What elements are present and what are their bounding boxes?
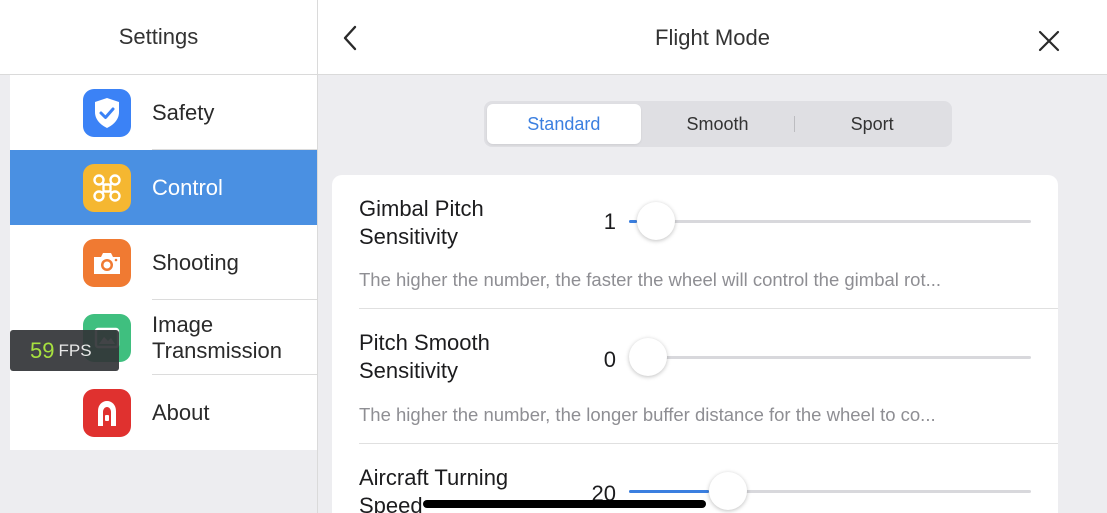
mode-smooth-button[interactable]: Smooth <box>641 104 795 144</box>
brand-logo-icon <box>83 389 131 437</box>
fps-value: 59 <box>30 337 55 363</box>
sidebar-item-control[interactable]: Control <box>10 150 317 225</box>
setting-description: The higher the number, the faster the wh… <box>359 269 942 290</box>
setting-row-gimbal-pitch-sensitivity: Gimbal Pitch Sensitivity 1 The higher th… <box>332 175 1058 309</box>
setting-value: 1 <box>603 209 616 234</box>
sidebar-item-safety[interactable]: Safety <box>10 75 317 150</box>
settings-card: Gimbal Pitch Sensitivity 1 The higher th… <box>332 175 1058 513</box>
sidebar-item-label: Safety <box>152 99 215 125</box>
slider-thumb[interactable] <box>709 472 748 510</box>
slider-thumb[interactable] <box>637 202 676 240</box>
setting-description: The higher the number, the longer buffer… <box>359 404 936 425</box>
sidebar-item-label: Image Transmission <box>152 312 282 363</box>
sidebar-item-label: Control <box>152 174 223 200</box>
setting-value: 0 <box>603 347 616 372</box>
setting-row-pitch-smooth-sensitivity: Pitch Smooth Sensitivity 0 The higher th… <box>332 309 1058 444</box>
page-title: Flight Mode <box>655 24 770 50</box>
panel-header: Flight Mode <box>318 0 1107 75</box>
sidebar-item-label: Shooting <box>152 249 239 275</box>
setting-title: Pitch Smooth Sensitivity <box>359 330 490 383</box>
mode-standard-button[interactable]: Standard <box>487 104 641 144</box>
chevron-left-icon <box>343 25 357 51</box>
sidebar-item-about[interactable]: About <box>10 375 317 450</box>
pitch-smooth-slider[interactable] <box>629 338 1031 376</box>
turning-speed-slider[interactable] <box>629 472 1031 510</box>
back-button[interactable] <box>336 22 366 54</box>
slider-thumb[interactable] <box>629 338 667 376</box>
sidebar-title: Settings <box>0 0 317 75</box>
sidebar-menu: Safety Control Shooting Image Transmissi… <box>10 75 317 450</box>
close-icon <box>1038 30 1060 52</box>
close-button[interactable] <box>1034 26 1064 56</box>
fps-counter: 59 FPS <box>10 330 119 371</box>
mode-sport-button[interactable]: Sport <box>795 104 949 144</box>
shield-check-icon <box>83 89 131 137</box>
drone-icon <box>83 164 131 212</box>
settings-sidebar: Settings Safety Control Shooting Image T… <box>0 0 317 513</box>
slider-fill <box>629 490 710 493</box>
setting-title: Gimbal Pitch Sensitivity <box>359 196 484 249</box>
flight-mode-panel: Flight Mode Standard Smooth Sport Gimbal… <box>317 0 1107 513</box>
sidebar-item-shooting[interactable]: Shooting <box>10 225 317 300</box>
slider-fill <box>629 220 638 223</box>
flight-mode-segmented-control: Standard Smooth Sport <box>484 101 952 147</box>
gimbal-pitch-slider[interactable] <box>629 202 1031 240</box>
camera-icon <box>83 239 131 287</box>
sidebar-item-label: About <box>152 399 210 425</box>
home-indicator[interactable] <box>423 500 706 508</box>
fps-unit: FPS <box>58 340 92 360</box>
